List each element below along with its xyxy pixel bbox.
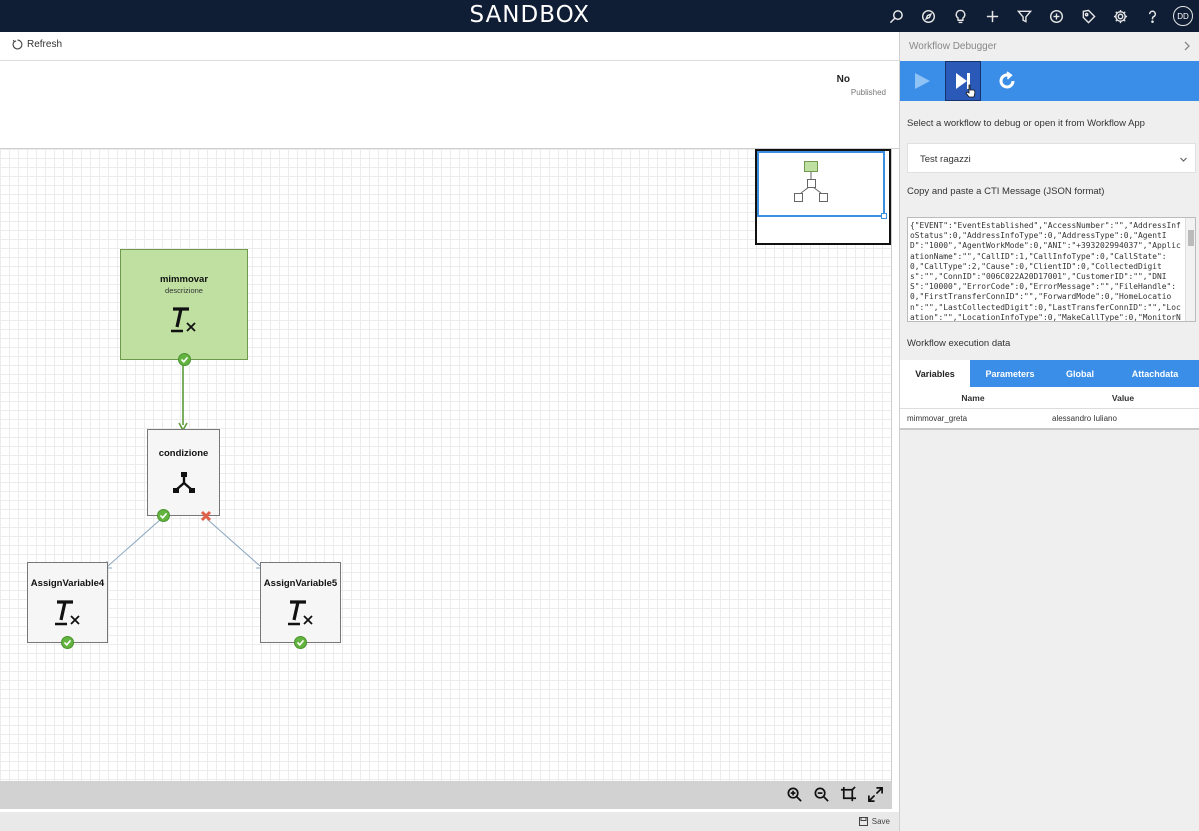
node-description: descrizione	[165, 286, 203, 295]
text-clear-icon	[287, 600, 313, 626]
run-button[interactable]	[904, 61, 940, 101]
cti-json-textarea[interactable]: {"EVENT":"EventEstablished","AccessNumbe…	[907, 217, 1196, 322]
chevron-right-icon[interactable]	[1182, 40, 1192, 52]
refresh-icon	[12, 39, 23, 50]
search-icon[interactable]	[880, 0, 912, 32]
top-bar: SANDBOX DD	[0, 0, 1199, 32]
workflow-header: No Published	[0, 61, 899, 149]
table-row[interactable]: mimmovar_greta alessandro Iuliano	[900, 409, 1199, 430]
refresh-button[interactable]: Refresh	[12, 39, 62, 50]
json-scrollbar-thumb[interactable]	[1188, 230, 1194, 246]
debug-toolbar	[900, 61, 1199, 101]
play-icon	[915, 73, 930, 89]
tab-parameters[interactable]: Parameters	[970, 360, 1050, 387]
connector-true-branch	[107, 518, 162, 567]
cti-json-content: {"EVENT":"EventEstablished","AccessNumbe…	[910, 221, 1181, 322]
minimap-node	[794, 193, 803, 202]
gear-icon[interactable]	[1104, 0, 1136, 32]
lightbulb-icon[interactable]	[944, 0, 976, 32]
published-label: Published	[850, 88, 886, 97]
check-icon	[180, 356, 189, 363]
published-value: No	[836, 74, 850, 85]
check-icon	[296, 639, 305, 646]
false-port[interactable]	[199, 509, 212, 522]
variable-value: alessandro Iuliano	[1052, 414, 1117, 423]
connector-false-branch	[206, 518, 261, 567]
mouse-cursor-icon	[965, 84, 976, 98]
column-header-value[interactable]: Value	[1046, 387, 1199, 408]
refresh-icon	[999, 71, 1015, 89]
canvas-controls	[0, 781, 892, 809]
execution-tabs: Variables Parameters Global Attachdata	[900, 360, 1199, 387]
text-clear-icon	[54, 600, 80, 626]
workflow-node-mimmovar[interactable]: mimmovar descrizione	[120, 249, 248, 366]
debugger-header: Workflow Debugger	[900, 32, 1199, 61]
save-bar: Save	[0, 812, 899, 831]
workflow-canvas[interactable]: mimmovar descrizione condizione AssignVa…	[0, 149, 892, 781]
user-avatar[interactable]: DD	[1173, 6, 1193, 26]
fullscreen-icon[interactable]	[867, 786, 884, 803]
node-title: mimmovar	[159, 274, 209, 285]
step-button[interactable]	[945, 61, 981, 101]
tab-global[interactable]: Global	[1050, 360, 1110, 387]
check-icon	[159, 512, 168, 519]
node-title: condizione	[158, 448, 209, 459]
refresh-label: Refresh	[27, 39, 63, 50]
workflow-select-value: Test ragazzi	[920, 154, 971, 165]
save-icon	[858, 817, 868, 826]
select-workflow-label: Select a workflow to debug or open it fr…	[907, 118, 1145, 129]
zoom-out-icon[interactable]	[813, 786, 830, 803]
workflow-node-assignvariable4[interactable]: AssignVariable4	[27, 562, 108, 649]
success-port[interactable]	[294, 636, 307, 649]
chevron-down-icon	[1180, 157, 1187, 162]
save-label: Save	[871, 817, 890, 826]
cti-message-label: Copy and paste a CTI Message (JSON forma…	[907, 186, 1105, 197]
workflow-debugger-panel: Workflow Debugger Select a workflow to d…	[899, 32, 1199, 831]
zoom-in-icon[interactable]	[786, 786, 803, 803]
tab-variables[interactable]: Variables	[900, 360, 970, 387]
table-header: Name Value	[900, 387, 1199, 409]
tag-icon[interactable]	[1072, 0, 1104, 32]
help-icon[interactable]	[1136, 0, 1168, 32]
top-icon-bar: DD	[880, 0, 1199, 32]
add-circle-icon[interactable]	[1040, 0, 1072, 32]
editor-toolbar: Refresh	[0, 32, 899, 61]
true-port[interactable]	[157, 509, 170, 522]
debugger-title: Workflow Debugger	[909, 41, 997, 52]
variable-name: mimmovar_greta	[907, 414, 968, 423]
cross-icon	[200, 510, 211, 521]
minimap[interactable]	[755, 149, 891, 245]
column-header-name[interactable]: Name	[900, 387, 1046, 408]
workflow-editor: Refresh No Published mimmovar descrizion…	[0, 32, 899, 831]
branch-icon	[172, 472, 195, 493]
node-title: AssignVariable4	[30, 578, 105, 589]
text-clear-icon	[171, 307, 196, 333]
workflow-node-condizione[interactable]: condizione	[147, 429, 220, 522]
check-icon	[63, 639, 72, 646]
execution-data-label: Workflow execution data	[907, 338, 1011, 349]
app-title: SANDBOX	[469, 2, 590, 28]
compass-icon[interactable]	[912, 0, 944, 32]
success-port[interactable]	[178, 353, 191, 366]
json-scrollbar[interactable]	[1185, 218, 1195, 321]
crop-icon[interactable]	[840, 786, 857, 803]
minimap-node	[807, 179, 816, 188]
minimap-node	[819, 193, 828, 202]
variables-table: Name Value mimmovar_greta alessandro Iul…	[900, 387, 1199, 430]
tab-attachdata[interactable]: Attachdata	[1110, 360, 1199, 387]
plus-icon[interactable]	[976, 0, 1008, 32]
filter-icon[interactable]	[1008, 0, 1040, 32]
restart-button[interactable]	[989, 61, 1025, 101]
save-button[interactable]: Save	[858, 817, 890, 826]
success-port[interactable]	[61, 636, 74, 649]
workflow-select[interactable]: Test ragazzi	[907, 143, 1196, 173]
node-title: AssignVariable5	[263, 578, 338, 589]
workflow-node-assignvariable5[interactable]: AssignVariable5	[260, 562, 341, 649]
